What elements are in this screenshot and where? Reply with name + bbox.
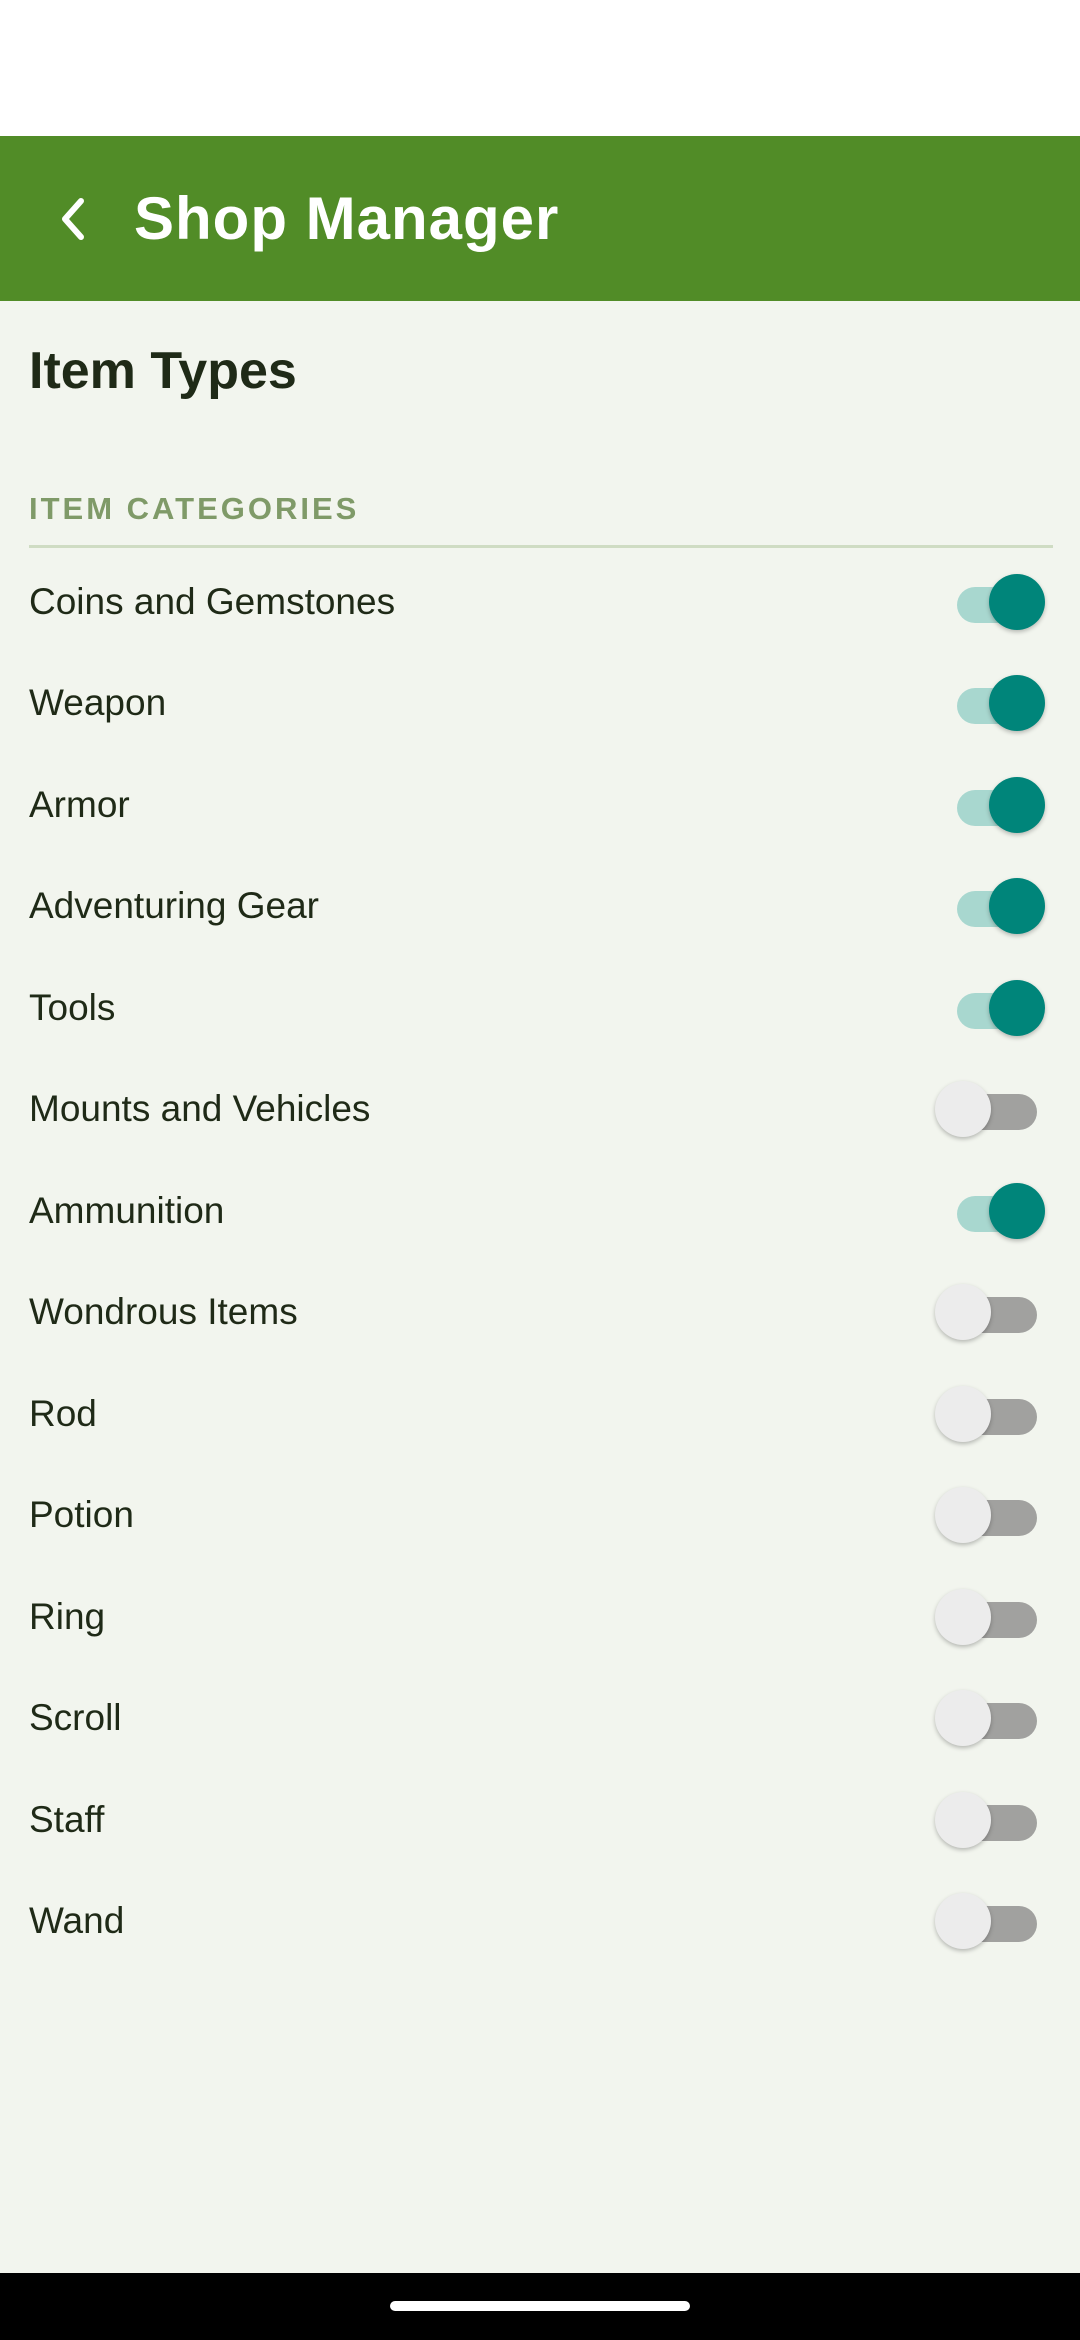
- toggle-thumb: [989, 776, 1045, 833]
- item-type-label: Weapon: [29, 682, 167, 724]
- list-item[interactable]: Tools: [0, 957, 1080, 1059]
- item-type-label: Tools: [29, 986, 116, 1028]
- list-item[interactable]: Coins and Gemstones: [0, 551, 1080, 653]
- list-item[interactable]: Potion: [0, 1465, 1080, 1567]
- item-type-list[interactable]: Coins and Gemstones Weapon Armor Adventurin…: [0, 551, 1080, 2224]
- content: Item Types ITEM CATEGORIES Coins and Gem…: [0, 301, 1080, 2273]
- list-item[interactable]: Armor: [0, 754, 1080, 856]
- item-type-toggle[interactable]: [935, 1181, 1045, 1241]
- item-type-label: Scroll: [29, 1697, 122, 1739]
- section-header: ITEM CATEGORIES: [29, 491, 360, 526]
- toggle-thumb: [935, 1284, 991, 1341]
- toggle-thumb: [935, 1385, 991, 1442]
- item-type-toggle[interactable]: [935, 572, 1045, 632]
- item-type-toggle[interactable]: [935, 876, 1045, 936]
- home-indicator[interactable]: [390, 2301, 690, 2311]
- toggle-thumb: [989, 979, 1045, 1036]
- list-item[interactable]: Weapon: [0, 653, 1080, 755]
- item-type-toggle[interactable]: [935, 1891, 1045, 1951]
- list-item[interactable]: Ring: [0, 1566, 1080, 1668]
- toggle-thumb: [989, 1182, 1045, 1239]
- list-item[interactable]: Scroll: [0, 1668, 1080, 1770]
- status-bar: [0, 0, 1080, 136]
- item-type-toggle[interactable]: [935, 1384, 1045, 1444]
- toggle-thumb: [935, 1791, 991, 1848]
- app-title: Shop Manager: [134, 185, 560, 252]
- item-type-toggle[interactable]: [935, 1282, 1045, 1342]
- item-type-toggle[interactable]: [935, 1587, 1045, 1647]
- page-title: Item Types: [29, 342, 297, 400]
- toggle-thumb: [989, 675, 1045, 732]
- list-item[interactable]: Staff: [0, 1769, 1080, 1871]
- toggle-thumb: [989, 573, 1045, 630]
- list-item[interactable]: Mounts and Vehicles: [0, 1059, 1080, 1161]
- list-item[interactable]: Adventuring Gear: [0, 856, 1080, 958]
- item-type-label: Ring: [29, 1595, 106, 1637]
- chevron-left-icon: [62, 197, 84, 240]
- item-type-label: Potion: [29, 1494, 134, 1536]
- item-type-label: Adventuring Gear: [29, 885, 320, 927]
- item-type-label: Wand: [29, 1900, 125, 1942]
- item-type-label: Rod: [29, 1392, 97, 1434]
- toggle-thumb: [989, 878, 1045, 935]
- list-item[interactable]: Wand: [0, 1871, 1080, 1973]
- toggle-thumb: [935, 1081, 991, 1138]
- toggle-thumb: [935, 1487, 991, 1544]
- item-type-toggle[interactable]: [935, 775, 1045, 835]
- item-type-label: Ammunition: [29, 1189, 225, 1231]
- toggle-thumb: [935, 1588, 991, 1645]
- item-type-toggle[interactable]: [935, 1079, 1045, 1139]
- item-type-label: Staff: [29, 1798, 105, 1840]
- list-item[interactable]: Rod: [0, 1363, 1080, 1465]
- item-type-toggle[interactable]: [935, 1688, 1045, 1748]
- item-type-toggle[interactable]: [935, 1790, 1045, 1850]
- item-type-label: Coins and Gemstones: [29, 580, 396, 622]
- item-type-toggle[interactable]: [935, 673, 1045, 733]
- app-bar: Shop Manager: [0, 136, 1080, 301]
- item-type-label: Armor: [29, 783, 130, 825]
- section-divider: [29, 545, 1053, 548]
- toggle-thumb: [935, 1690, 991, 1747]
- list-item[interactable]: Wondrous Items: [0, 1262, 1080, 1364]
- item-type-label: Mounts and Vehicles: [29, 1088, 371, 1130]
- back-button[interactable]: [32, 179, 112, 259]
- item-type-toggle[interactable]: [935, 1485, 1045, 1545]
- list-item[interactable]: Ammunition: [0, 1160, 1080, 1262]
- item-type-toggle[interactable]: [935, 978, 1045, 1038]
- toggle-thumb: [935, 1893, 991, 1950]
- item-type-label: Wondrous Items: [29, 1291, 298, 1333]
